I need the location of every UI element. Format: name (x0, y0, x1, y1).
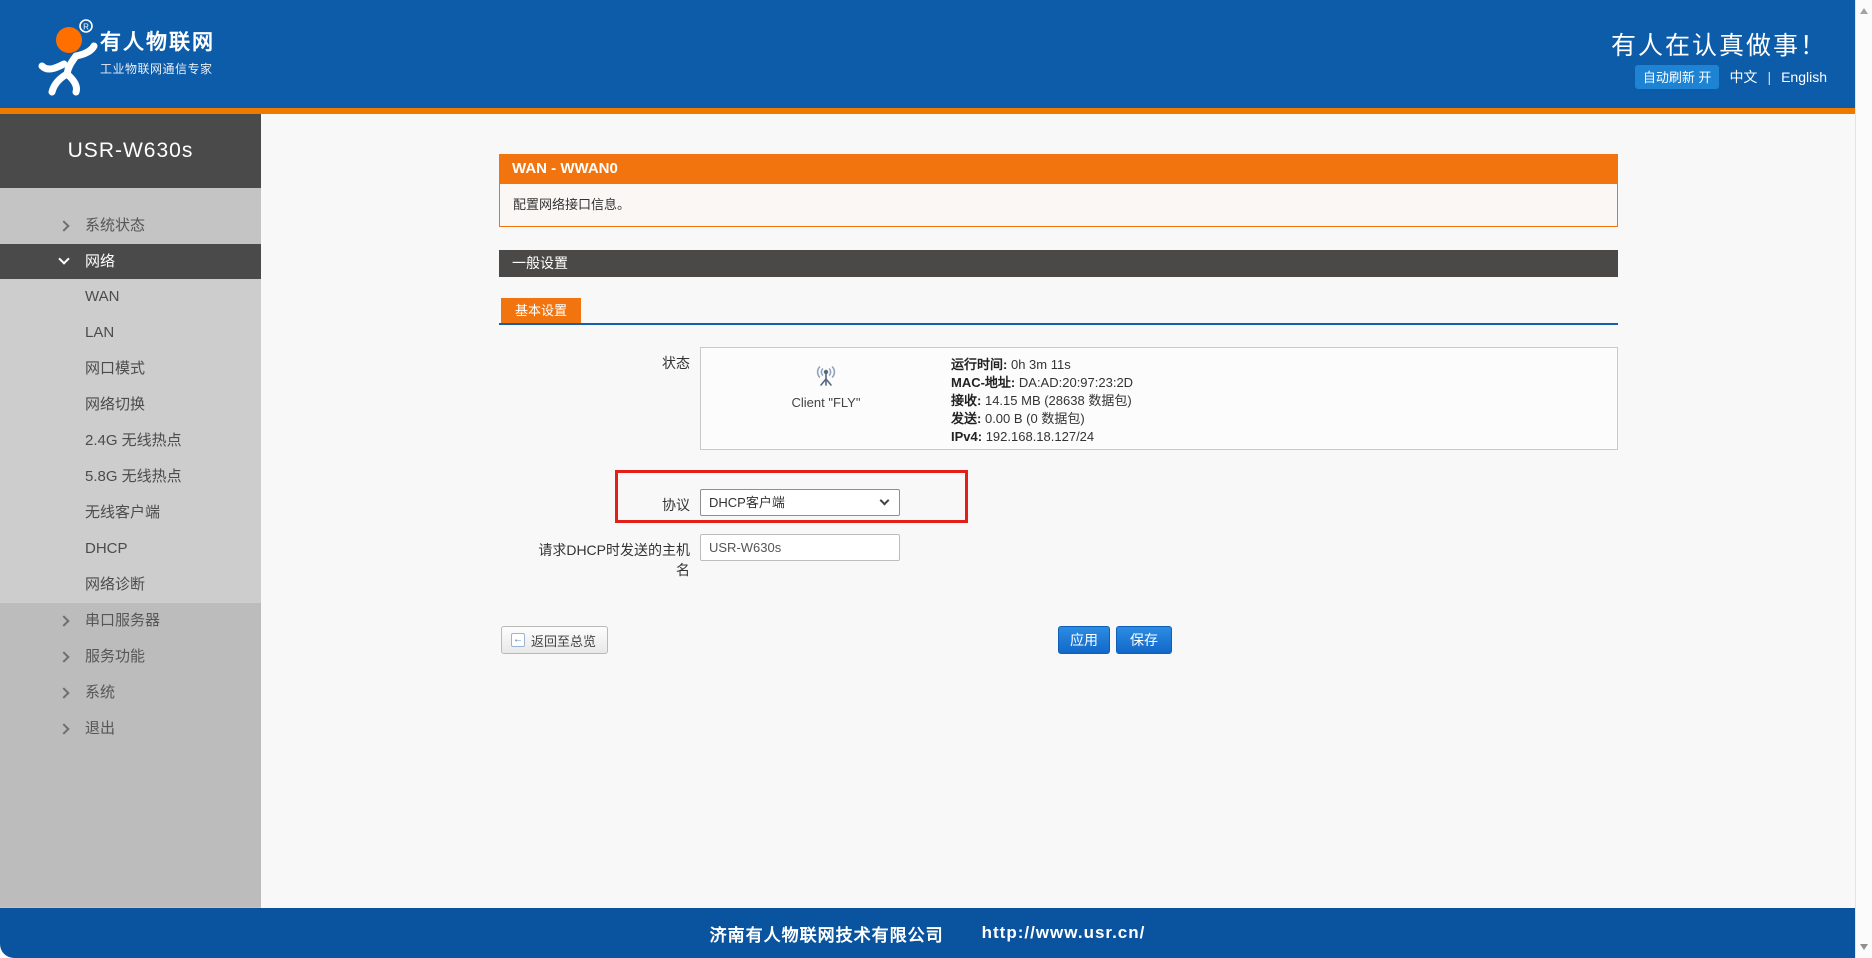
sidebar-item-service-function[interactable]: 服务功能 (0, 639, 261, 675)
sidebar-item-wan[interactable]: WAN (0, 279, 261, 315)
status-line-uptime: 运行时间: 0h 3m 11s (951, 357, 1071, 372)
apply-button[interactable]: 应用 (1058, 626, 1110, 654)
sidebar-bottom-section: 串口服务器 服务功能 系统 退出 (0, 603, 261, 907)
page-scrollbar[interactable] (1855, 0, 1872, 958)
footer-url[interactable]: http://www.usr.cn/ (982, 923, 1146, 943)
antenna-signal-icon (816, 366, 836, 386)
hostname-input[interactable] (700, 534, 900, 561)
chevron-down-icon (879, 495, 890, 506)
sidebar-item-logout[interactable]: 退出 (0, 711, 261, 747)
sidebar-top-section: 系统状态 (0, 188, 261, 244)
sidebar-item-serial-server[interactable]: 串口服务器 (0, 603, 261, 639)
chevron-right-icon (58, 615, 70, 627)
tab-underline (499, 323, 1618, 325)
footer-company: 济南有人物联网技术有限公司 (709, 925, 944, 945)
header-links: 自动刷新 开 中文 | English (1634, 65, 1827, 89)
lang-chinese-link[interactable]: 中文 (1729, 67, 1757, 87)
brand-title: 有人物联网 (100, 31, 215, 54)
svg-text:R: R (83, 23, 89, 32)
status-line-ipv4: IPv4: 192.168.18.127/24 (951, 429, 1095, 444)
sidebar-network-submenu: WAN LAN 网口模式 网络切换 2.4G 无线热点 5.8G 无线热点 无线… (0, 279, 261, 603)
sidebar-item-wireless-client[interactable]: 无线客户端 (0, 495, 261, 531)
sidebar-item-port-mode[interactable]: 网口模式 (0, 351, 261, 387)
client-column: Client "FLY" (701, 348, 951, 451)
save-button[interactable]: 保存 (1116, 626, 1172, 654)
brand-subtitle: 工业物联网通信专家 (100, 62, 213, 76)
sidebar-item-network-switch[interactable]: 网络切换 (0, 387, 261, 423)
chevron-right-icon (58, 687, 70, 699)
back-to-overview-button[interactable]: ← 返回至总览 (501, 626, 609, 654)
sidebar: USR-W630s 系统状态 网络 WAN LAN 网口模式 网络切换 2.4G… (0, 114, 261, 908)
sidebar-item-network[interactable]: 网络 (0, 244, 261, 279)
lang-english-link[interactable]: English (1781, 69, 1827, 85)
status-field-label: 状态 (662, 355, 690, 371)
status-line-rx: 接收: 14.15 MB (28638 数据包) (951, 393, 1132, 408)
scroll-up-icon[interactable] (1860, 8, 1868, 14)
chevron-down-icon (58, 253, 70, 265)
header-bar: R 有人物联网 工业物联网通信专家 有人在认真做事！ 自动刷新 开 中文 | E… (0, 0, 1855, 108)
device-name: USR-W630s (0, 114, 261, 188)
tab-basic-settings[interactable]: 基本设置 (501, 298, 581, 323)
chevron-right-icon (58, 651, 70, 663)
sidebar-item-2-4g-hotspot[interactable]: 2.4G 无线热点 (0, 423, 261, 459)
header-slogan: 有人在认真做事！ (1610, 32, 1827, 60)
scroll-down-icon[interactable] (1860, 944, 1868, 950)
status-line-mac: MAC-地址: DA:AD:20:97:23:2D (951, 375, 1134, 390)
sidebar-item-lan[interactable]: LAN (0, 315, 261, 351)
protocol-field-label: 协议 (662, 497, 690, 513)
section-title: 一般设置 (499, 250, 1618, 277)
panel-description: 配置网络接口信息。 (499, 184, 1618, 227)
auto-refresh-toggle[interactable]: 自动刷新 开 (1634, 65, 1720, 89)
chevron-right-icon (58, 220, 70, 232)
status-box: Client "FLY" 运行时间: 0h 3m 11s MAC-地址: DA:… (700, 347, 1618, 450)
footer-bar: 济南有人物联网技术有限公司 http://www.usr.cn/ (0, 908, 1855, 958)
content-background (261, 114, 1855, 908)
lang-divider: | (1767, 69, 1772, 85)
protocol-select[interactable]: DHCP客户端 (700, 489, 900, 516)
sidebar-item-system-status[interactable]: 系统状态 (0, 208, 261, 244)
sidebar-item-dhcp[interactable]: DHCP (0, 531, 261, 567)
usr-logo-icon: R (38, 19, 98, 96)
panel-title: WAN - WWAN0 (499, 154, 1618, 184)
client-name: Client "FLY" (791, 395, 861, 410)
status-line-tx: 发送: 0.00 B (0 数据包) (951, 411, 1085, 426)
sidebar-item-system[interactable]: 系统 (0, 675, 261, 711)
router-admin-page: R 有人物联网 工业物联网通信专家 有人在认真做事！ 自动刷新 开 中文 | E… (0, 0, 1872, 958)
hostname-field-label: 请求DHCP时发送的主机名 (538, 542, 690, 578)
back-arrow-icon: ← (511, 633, 525, 647)
chevron-right-icon (58, 723, 70, 735)
status-lines: 运行时间: 0h 3m 11s MAC-地址: DA:AD:20:97:23:2… (951, 356, 1133, 446)
sidebar-item-5-8g-hotspot[interactable]: 5.8G 无线热点 (0, 459, 261, 495)
sidebar-item-network-diagnosis[interactable]: 网络诊断 (0, 567, 261, 603)
